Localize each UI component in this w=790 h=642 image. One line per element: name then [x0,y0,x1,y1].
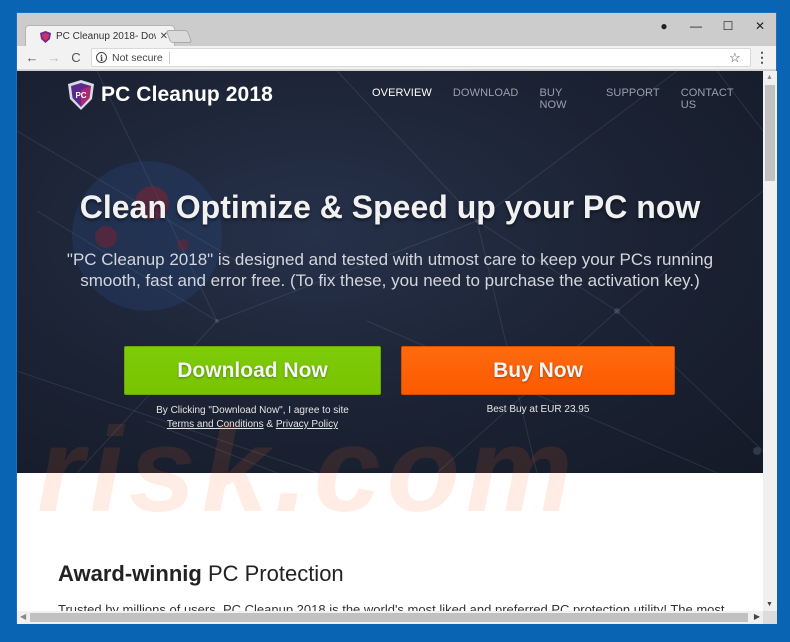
download-disclaimer: By Clicking "Download Now", I agree to s… [124,404,381,432]
scroll-down-icon[interactable]: ▼ [766,601,773,608]
ampersand: & [263,419,276,430]
terms-link[interactable]: Terms and Conditions [167,419,264,430]
address-bar[interactable]: i Not secure [91,48,751,67]
site-logo[interactable]: PC PC Cleanup 2018 [68,80,273,110]
minimize-button[interactable]: — [682,16,710,36]
nav-download[interactable]: DOWNLOAD [453,87,519,111]
new-tab-button[interactable] [165,30,193,43]
site-nav: OVERVIEW DOWNLOAD BUY NOW SUPPORT CONTAC… [372,87,763,111]
forward-arrow-icon[interactable]: → [43,48,65,68]
vertical-scroll-thumb[interactable] [765,85,775,181]
hero-headline: Clean Optimize & Speed up your PC now [79,189,701,225]
section-title: Award-winnig PC Protection [58,561,344,587]
buy-now-button[interactable]: Buy Now [401,346,675,395]
section-title-bold: Award-winnig [58,561,202,586]
section-body: Trusted by millions of users, PC Cleanup… [58,602,725,611]
scrollbar-corner [763,611,777,624]
shield-logo-icon: PC [68,80,94,110]
disclaimer-text: By Clicking "Download Now", I agree to s… [156,405,349,416]
maximize-button[interactable]: ☐ [714,16,742,36]
tab-title: PC Cleanup 2018- Downl [56,31,156,42]
scroll-left-icon[interactable]: ◀ [20,612,26,621]
scroll-up-icon[interactable]: ▲ [766,74,773,81]
logo-badge-text: PC [75,91,86,100]
reload-icon[interactable]: C [65,48,87,68]
profile-icon[interactable]: ● [650,16,678,36]
browser-tab[interactable]: PC Cleanup 2018- Downl ✕ [25,25,175,47]
hero-section: PC PC Cleanup 2018 OVERVIEW DOWNLOAD BUY… [17,71,763,473]
download-now-button[interactable]: Download Now [124,346,381,395]
security-label: Not secure [112,51,170,64]
nav-buy-now[interactable]: BUY NOW [539,87,585,111]
back-arrow-icon[interactable]: ← [21,48,43,68]
browser-toolbar: ← → C i Not secure ☆ ⋮ [17,46,776,70]
hero-subtext: "PC Cleanup 2018" is designed and tested… [66,250,714,290]
title-bar: PC Cleanup 2018- Downl ✕ ● — ☐ ✕ [17,13,776,47]
shield-favicon-icon [40,30,51,43]
price-note: Best Buy at EUR 23.95 [486,404,590,415]
horizontal-scrollbar[interactable]: ◀ ▶ [17,611,763,624]
section-title-light: PC Protection [201,561,344,586]
bookmark-star-icon[interactable]: ☆ [729,50,741,66]
scroll-right-icon[interactable]: ▶ [754,612,760,621]
nav-overview[interactable]: OVERVIEW [372,87,432,111]
horizontal-scroll-thumb[interactable] [30,613,748,622]
privacy-link[interactable]: Privacy Policy [276,419,338,430]
page-viewport: PC PC Cleanup 2018 OVERVIEW DOWNLOAD BUY… [17,71,763,611]
vertical-scrollbar[interactable]: ▲ ▼ [763,71,777,611]
browser-menu-icon[interactable]: ⋮ [755,49,769,66]
site-logo-text: PC Cleanup 2018 [101,83,273,106]
site-header: PC PC Cleanup 2018 OVERVIEW DOWNLOAD BUY… [17,71,763,121]
browser-window: PC Cleanup 2018- Downl ✕ ● — ☐ ✕ ← → C i… [16,12,777,624]
close-window-button[interactable]: ✕ [746,16,774,36]
info-icon[interactable]: i [96,52,107,63]
nav-contact-us[interactable]: CONTACT US [681,87,742,111]
nav-support[interactable]: SUPPORT [606,87,660,111]
decor-red-circle [95,226,117,248]
